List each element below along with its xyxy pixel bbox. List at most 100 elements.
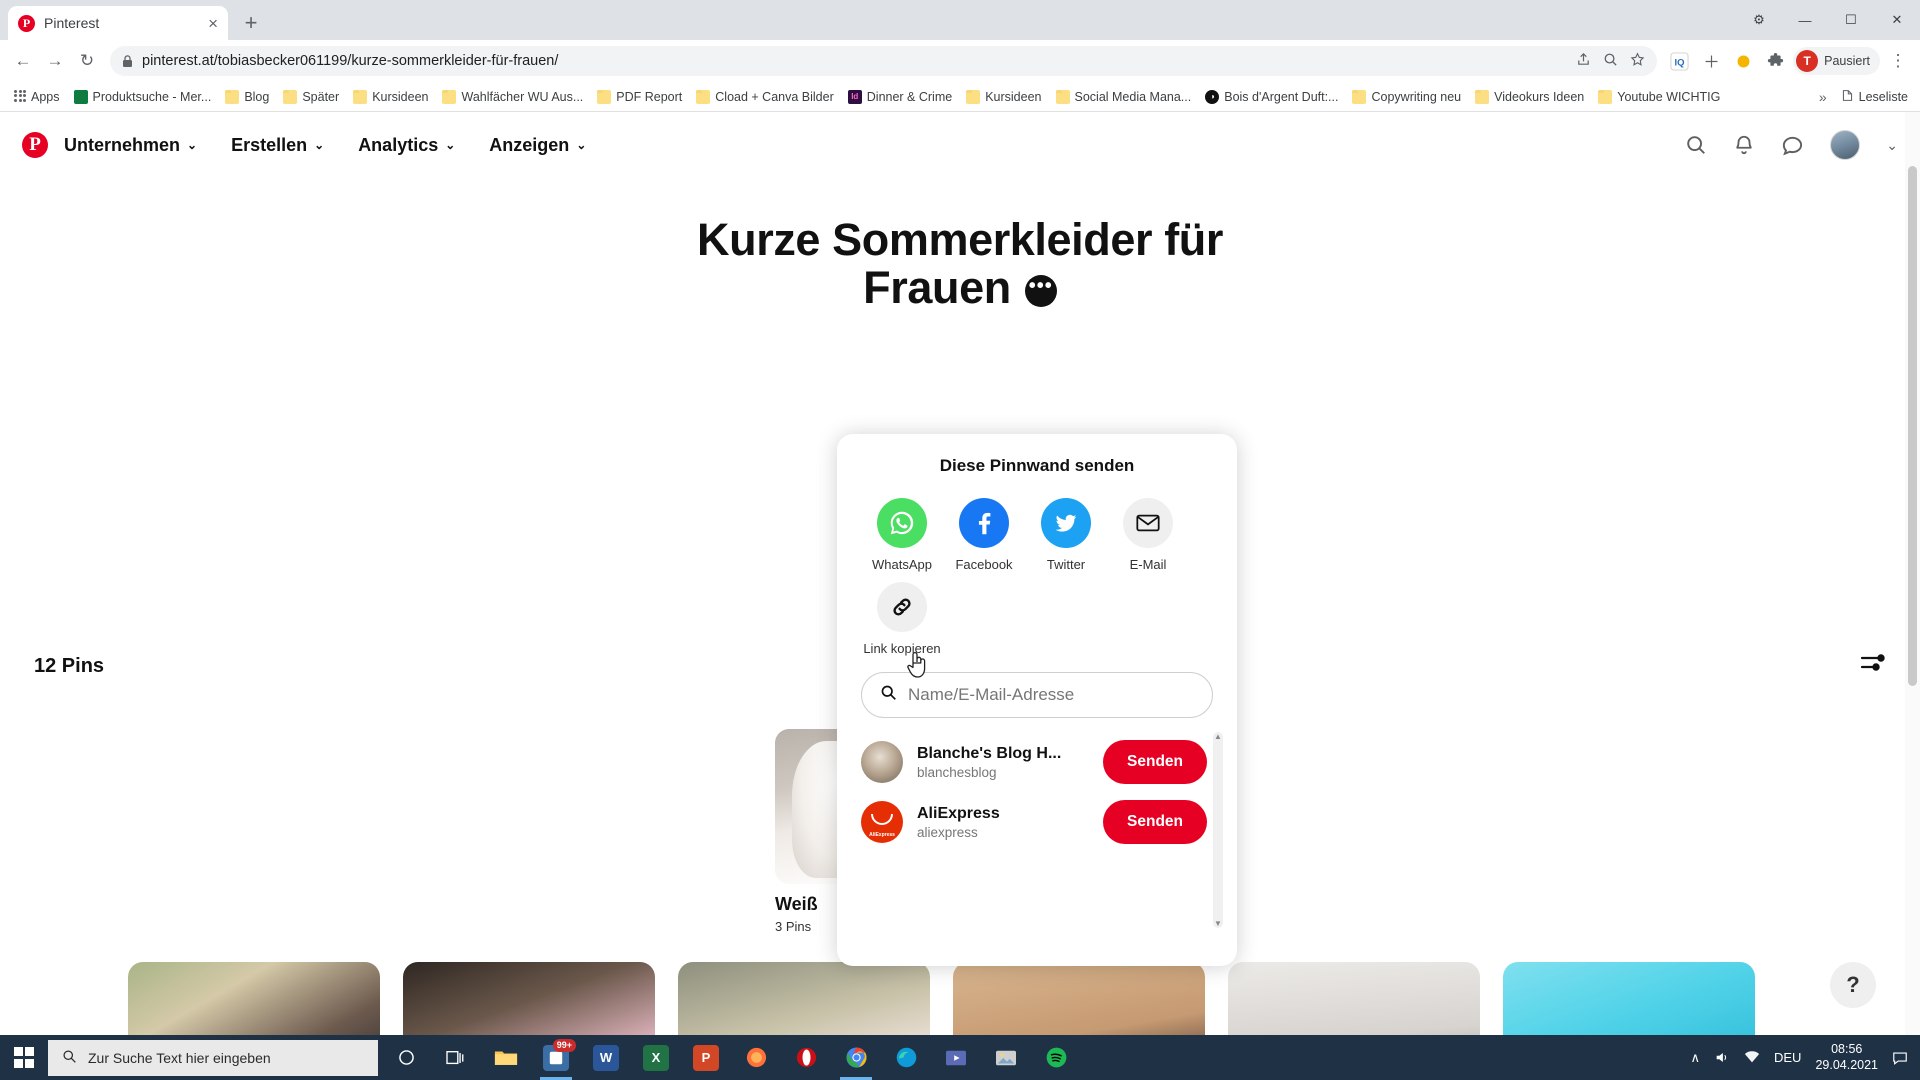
forward-icon[interactable]: →	[40, 46, 70, 76]
share-email[interactable]: E-Mail	[1107, 498, 1189, 572]
bookmark-label: Social Media Mana...	[1074, 89, 1192, 104]
share-label: WhatsApp	[872, 557, 932, 572]
reading-list-button[interactable]: Leseliste	[1841, 89, 1908, 105]
cortana-icon[interactable]	[382, 1035, 430, 1080]
network-icon[interactable]	[1744, 1050, 1760, 1065]
share-twitter[interactable]: Twitter	[1025, 498, 1107, 572]
taskbar-excel[interactable]: X	[632, 1035, 680, 1080]
search-icon[interactable]	[1685, 134, 1707, 156]
star-icon[interactable]	[1630, 52, 1645, 70]
contact-list-scrollbar[interactable]: ▲ ▼	[1213, 732, 1223, 928]
bookmark-produktsuche[interactable]: Produktsuche - Mer...	[68, 87, 218, 107]
bookmark-label: Bois d'Argent Duft:...	[1224, 89, 1339, 104]
search-input[interactable]	[908, 685, 1194, 705]
bookmarks-bar: Apps Produktsuche - Mer... Blog Später K…	[0, 82, 1920, 112]
volume-icon[interactable]	[1714, 1050, 1730, 1065]
list-item[interactable]: AliExpress AliExpress aliexpress Senden	[837, 792, 1237, 852]
nav-erstellen[interactable]: Erstellen ⌄	[231, 135, 324, 156]
nav-analytics[interactable]: Analytics ⌄	[358, 135, 455, 156]
nav-anzeigen[interactable]: Anzeigen ⌄	[489, 135, 586, 156]
bookmark-youtube[interactable]: Youtube WICHTIG	[1592, 87, 1726, 107]
bookmark-label: Dinner & Crime	[866, 89, 953, 104]
clock[interactable]: 08:56 29.04.2021	[1815, 1042, 1878, 1073]
taskbar-edge[interactable]	[882, 1035, 930, 1080]
nav-unternehmen[interactable]: Unternehmen ⌄	[64, 135, 197, 156]
filter-icon[interactable]	[1860, 652, 1886, 680]
search-icon[interactable]	[1603, 52, 1618, 70]
page-scrollbar[interactable]	[1905, 112, 1920, 1080]
pinterest-logo-icon[interactable]: P	[22, 132, 48, 158]
bookmark-videokurs[interactable]: Videokurs Ideen	[1469, 87, 1590, 107]
new-tab-button[interactable]: +	[236, 8, 266, 38]
chrome-browser-window: P Pinterest × + ⚙ — ☐ ✕ ← → ↻ pinterest.…	[0, 0, 1920, 1080]
help-button[interactable]: ?	[1830, 962, 1876, 1008]
taskbar-chrome[interactable]	[832, 1035, 880, 1080]
puzzle-icon[interactable]	[1761, 47, 1789, 75]
profile-button[interactable]: T Pausiert	[1793, 47, 1880, 75]
gear-icon[interactable]: ⚙	[1736, 0, 1782, 40]
share-copy-link[interactable]: Link kopieren	[861, 582, 943, 656]
task-view-icon[interactable]	[432, 1035, 480, 1080]
browser-tab[interactable]: P Pinterest ×	[8, 6, 228, 40]
share-whatsapp[interactable]: WhatsApp	[861, 498, 943, 572]
scrollbar-track[interactable]	[1213, 732, 1223, 928]
taskbar-file-explorer[interactable]	[482, 1035, 530, 1080]
bookmark-blog[interactable]: Blog	[219, 87, 275, 107]
contact-search-box[interactable]	[861, 672, 1213, 718]
taskbar-photos[interactable]	[982, 1035, 1030, 1080]
taskbar-video-app[interactable]	[932, 1035, 980, 1080]
extension-icon[interactable]	[1697, 47, 1725, 75]
taskbar-app-99plus[interactable]: 99+	[532, 1035, 580, 1080]
close-window-button[interactable]: ✕	[1874, 0, 1920, 40]
share-icon[interactable]	[1576, 52, 1591, 70]
taskbar-search-input[interactable]: Zur Suche Text hier eingeben	[48, 1039, 378, 1076]
share-facebook[interactable]: Facebook	[943, 498, 1025, 572]
nav-label: Analytics	[358, 134, 439, 155]
bookmark-dinner-crime[interactable]: Id Dinner & Crime	[842, 87, 958, 107]
reload-icon[interactable]: ↻	[72, 46, 102, 76]
send-button[interactable]: Senden	[1103, 740, 1207, 784]
scrollbar-thumb[interactable]	[1908, 166, 1917, 686]
chat-icon[interactable]	[1781, 134, 1804, 157]
scroll-down-arrow-icon[interactable]: ▼	[1213, 919, 1223, 928]
taskbar-powerpoint[interactable]: P	[682, 1035, 730, 1080]
board-options-button[interactable]: •••	[1024, 274, 1057, 307]
profile-label: Pausiert	[1824, 54, 1870, 68]
chevron-overflow-icon[interactable]: »	[1819, 89, 1827, 105]
bookmark-social-media[interactable]: Social Media Mana...	[1050, 87, 1198, 107]
language-indicator[interactable]: DEU	[1774, 1050, 1801, 1065]
bell-icon[interactable]	[1733, 134, 1755, 156]
taskbar-opera[interactable]	[782, 1035, 830, 1080]
extension-icon[interactable]	[1729, 47, 1757, 75]
taskbar-spotify[interactable]	[1032, 1035, 1080, 1080]
bookmark-wahlfaecher[interactable]: Wahlfächer WU Aus...	[436, 87, 589, 107]
share-targets: WhatsApp Facebook Twitter E-Mail Link ko…	[837, 476, 1237, 666]
close-icon[interactable]: ×	[208, 15, 218, 32]
address-bar[interactable]: pinterest.at/tobiasbecker061199/kurze-so…	[110, 46, 1658, 76]
bookmark-cload-canva[interactable]: Cload + Canva Bilder	[690, 87, 839, 107]
taskbar-firefox[interactable]	[732, 1035, 780, 1080]
chrome-menu-icon[interactable]: ⋮	[1884, 47, 1912, 75]
minimize-button[interactable]: —	[1782, 0, 1828, 40]
chevron-down-icon[interactable]: ⌄	[1886, 137, 1898, 154]
scroll-up-arrow-icon[interactable]: ▲	[1213, 732, 1223, 741]
back-icon[interactable]: ←	[8, 46, 38, 76]
maximize-button[interactable]: ☐	[1828, 0, 1874, 40]
bookmark-kursideen-2[interactable]: Kursideen	[960, 87, 1047, 107]
bookmark-spaeter[interactable]: Später	[277, 87, 345, 107]
notification-icon[interactable]	[1892, 1050, 1908, 1065]
list-item[interactable]: Blanche's Blog H... blanchesblog Senden	[837, 732, 1237, 792]
avatar[interactable]	[1830, 130, 1861, 160]
chevron-up-icon[interactable]: ∧	[1690, 1050, 1700, 1066]
taskbar-word[interactable]: W	[582, 1035, 630, 1080]
bookmark-bois-dargent[interactable]: ◑ Bois d'Argent Duft:...	[1199, 87, 1344, 107]
bookmark-pdf-report[interactable]: PDF Report	[591, 87, 688, 107]
send-button[interactable]: Senden	[1103, 800, 1207, 844]
bookmark-label: Youtube WICHTIG	[1617, 89, 1721, 104]
bookmark-label: Kursideen	[985, 89, 1042, 104]
bookmark-apps[interactable]: Apps	[8, 87, 66, 107]
bookmark-copywriting[interactable]: Copywriting neu	[1346, 87, 1467, 107]
bookmark-kursideen[interactable]: Kursideen	[347, 87, 434, 107]
windows-start-icon[interactable]	[0, 1035, 48, 1080]
extension-iq-icon[interactable]: IQ	[1665, 47, 1693, 75]
